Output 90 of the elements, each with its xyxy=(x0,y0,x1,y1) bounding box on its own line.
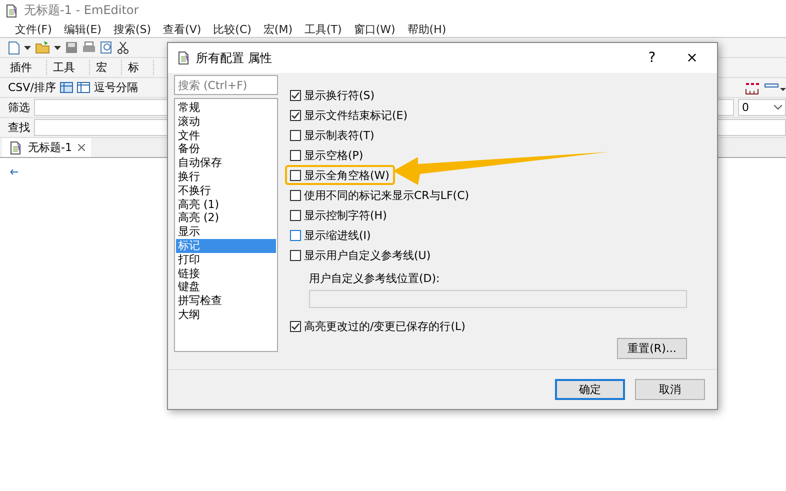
document-tab[interactable]: 无标题-1 xyxy=(2,138,91,157)
close-icon[interactable] xyxy=(78,144,85,151)
menu-item[interactable]: 编辑(E) xyxy=(64,22,102,36)
table-icon[interactable] xyxy=(76,82,90,93)
checkbox-label: 显示全角空格(W) xyxy=(304,168,390,182)
csv-label: CSV/排序 xyxy=(8,80,56,95)
category-item[interactable]: 滚动 xyxy=(176,114,276,129)
toolbar-group-label[interactable]: 标 xyxy=(126,60,154,75)
checkbox-label: 使用不同的标记来显示CR与LF(C) xyxy=(304,188,470,202)
checkbox[interactable] xyxy=(290,230,301,240)
scissors-icon[interactable] xyxy=(117,41,129,54)
checkbox-option[interactable]: 使用不同的标记来显示CR与LF(C) xyxy=(285,185,476,205)
checkbox[interactable] xyxy=(290,90,301,100)
menu-item[interactable]: 查看(V) xyxy=(163,22,202,36)
menu-item[interactable]: 窗口(W) xyxy=(354,22,396,36)
checkbox-option[interactable]: 显示用户自定义参考线(U) xyxy=(285,245,437,265)
checkbox-label: 显示换行符(S) xyxy=(304,88,375,102)
category-item[interactable]: 高亮 (1) xyxy=(176,198,276,212)
checkbox-option[interactable]: 显示缩进线(I) xyxy=(285,225,377,245)
menu-item[interactable]: 比较(C) xyxy=(213,22,252,36)
category-item[interactable]: 拼写检查 xyxy=(176,294,276,308)
cancel-button[interactable]: 取消 xyxy=(635,379,705,400)
category-item[interactable]: 常规 xyxy=(176,101,276,115)
find-label: 查找 xyxy=(8,120,30,135)
document-icon xyxy=(4,4,18,18)
checkbox[interactable] xyxy=(290,150,301,160)
table-icon[interactable] xyxy=(60,82,73,93)
category-item[interactable]: 自动保存 xyxy=(176,156,276,170)
csv-mode-button[interactable]: 逗号分隔 xyxy=(94,80,138,95)
checkbox-option[interactable]: 显示控制字符(H) xyxy=(285,205,393,225)
checkbox-label: 显示空格(P) xyxy=(304,148,364,162)
menu-item[interactable]: 宏(M) xyxy=(263,22,292,36)
checkbox-option[interactable]: 显示换行符(S) xyxy=(285,85,381,105)
border-style-icon[interactable] xyxy=(764,82,786,92)
save-icon[interactable] xyxy=(65,41,78,54)
printer-icon[interactable] xyxy=(82,41,96,54)
category-item[interactable]: 换行 xyxy=(176,170,276,184)
field-label: 用户自定义参考线位置(D): xyxy=(309,271,441,286)
line-break-icon xyxy=(10,169,18,175)
checkbox-label: 高亮更改过的/变更已保存的行(L) xyxy=(304,318,466,334)
checkbox[interactable] xyxy=(290,170,301,180)
menu-item[interactable]: 搜索(S) xyxy=(113,22,152,36)
search-field[interactable]: 搜索 (Ctrl+F) xyxy=(174,75,278,95)
checkbox-label: 显示缩进线(I) xyxy=(304,228,371,242)
checkbox-label: 显示控制字符(H) xyxy=(304,208,387,222)
checkbox[interactable] xyxy=(290,190,301,200)
checkbox-label: 显示用户自定义参考线(U) xyxy=(304,248,431,262)
dialog-title: 所有配置 属性 xyxy=(196,50,273,66)
category-item[interactable]: 高亮 (2) xyxy=(176,211,276,226)
reset-button[interactable]: 重置(R)... xyxy=(617,338,687,359)
document-icon xyxy=(8,140,22,154)
toolbar-group-label[interactable]: 插件 xyxy=(8,60,47,75)
checkbox[interactable] xyxy=(290,250,301,260)
help-button[interactable]: ? xyxy=(635,45,669,71)
guide-position-field[interactable] xyxy=(309,290,687,308)
checkbox-label: 显示制表符(T) xyxy=(304,128,374,142)
category-item[interactable]: 不换行 xyxy=(176,184,276,198)
chevron-down-icon xyxy=(774,105,782,110)
checkbox-option[interactable]: 显示制表符(T) xyxy=(285,125,380,145)
window-title: 无标题-1 - EmEditor xyxy=(24,2,139,19)
numbering-icon[interactable] xyxy=(744,80,760,94)
dropdown-icon[interactable] xyxy=(54,46,61,50)
dropdown-icon[interactable] xyxy=(24,46,31,50)
close-button[interactable]: × xyxy=(675,45,709,71)
ok-button[interactable]: 确定 xyxy=(555,379,625,400)
checkbox[interactable] xyxy=(290,210,301,220)
number-combo[interactable]: 0 xyxy=(738,99,786,116)
checkbox-option[interactable]: 显示空格(P) xyxy=(285,145,370,165)
category-item[interactable]: 打印 xyxy=(176,252,276,267)
highlighted-option[interactable]: 显示全角空格(W) xyxy=(285,165,396,185)
checkbox[interactable] xyxy=(290,320,301,332)
category-item[interactable]: 显示 xyxy=(176,225,276,239)
preview-icon[interactable] xyxy=(100,41,113,54)
checkbox-label: 显示文件结束标记(E) xyxy=(304,108,408,122)
filter-label: 筛选 xyxy=(8,100,30,115)
category-item[interactable]: 键盘 xyxy=(176,280,276,294)
category-item[interactable]: 备份 xyxy=(176,142,276,156)
toolbar-group-label[interactable]: 工具 xyxy=(51,60,90,75)
checkbox-option[interactable]: 显示文件结束标记(E) xyxy=(285,105,414,125)
document-icon xyxy=(176,51,190,65)
menu-item[interactable]: 帮助(H) xyxy=(407,22,446,36)
toolbar-group-label[interactable]: 宏 xyxy=(94,60,122,75)
new-file-icon[interactable] xyxy=(8,40,20,54)
checkbox[interactable] xyxy=(290,130,301,140)
checkbox[interactable] xyxy=(290,110,301,120)
menu-item[interactable]: 文件(F) xyxy=(15,22,52,36)
category-item[interactable]: 链接 xyxy=(176,266,276,280)
category-item[interactable]: 大纲 xyxy=(176,308,276,322)
category-item[interactable]: 文件 xyxy=(176,128,276,142)
menu-item[interactable]: 工具(T) xyxy=(304,22,342,36)
